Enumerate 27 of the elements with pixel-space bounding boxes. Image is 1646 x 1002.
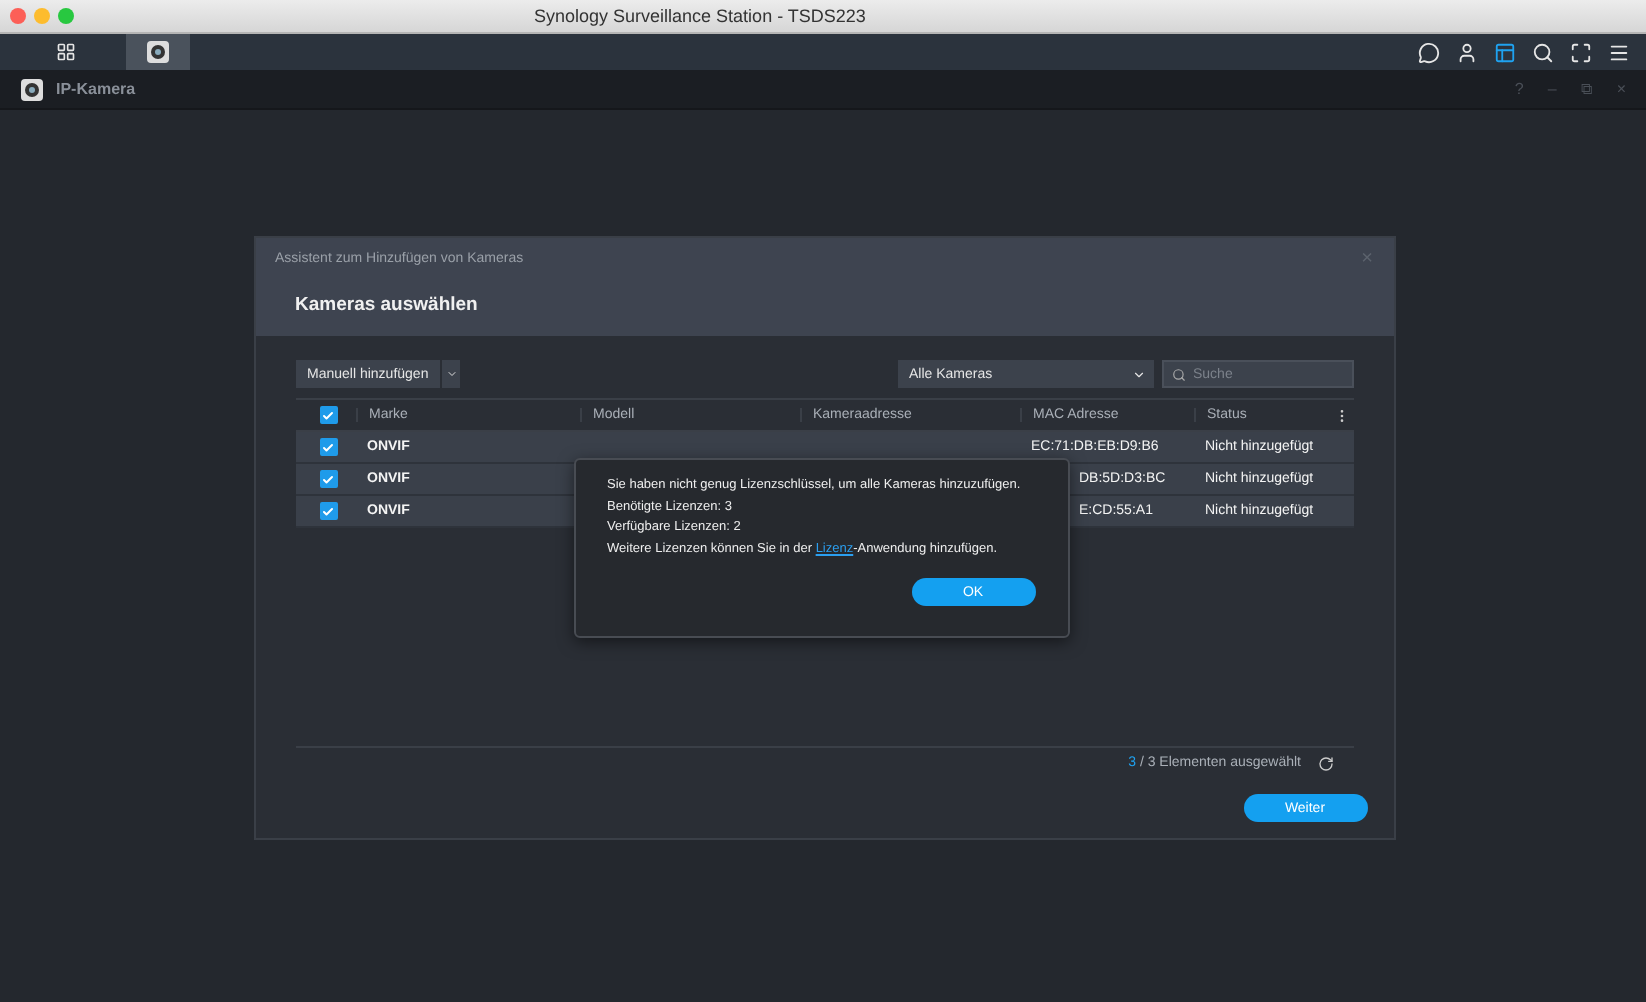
camera-icon — [146, 40, 170, 64]
step-heading: Kameras auswählen — [293, 294, 480, 316]
chat-icon[interactable] — [1418, 41, 1440, 63]
window-control[interactable]: ⧉ — [1580, 79, 1593, 99]
layout-icon[interactable] — [1494, 41, 1516, 63]
window-title: Synology Surveillance Station - TSDS223 — [534, 6, 866, 26]
caret-icon — [445, 368, 458, 380]
window-control[interactable]: ? — [1514, 79, 1524, 99]
app-window-title: IP-Kamera — [56, 80, 136, 98]
search-icon — [1171, 367, 1185, 381]
row-checkbox[interactable] — [319, 502, 337, 520]
fullscreen-icon[interactable] — [1570, 41, 1592, 63]
row-checkbox[interactable] — [319, 438, 337, 456]
row-checkbox[interactable] — [319, 470, 337, 488]
menu-icon[interactable] — [1608, 41, 1630, 63]
window-control[interactable]: × — [1616, 79, 1626, 99]
user-icon[interactable] — [1456, 41, 1478, 63]
refresh-icon[interactable] — [1317, 755, 1333, 771]
camera-tab[interactable] — [126, 34, 190, 70]
select-all-checkbox[interactable] — [319, 406, 337, 424]
caret-icon — [1131, 367, 1145, 381]
search-icon[interactable] — [1532, 41, 1554, 63]
window-control[interactable]: – — [1547, 79, 1557, 99]
camera-icon — [20, 77, 44, 101]
apps-icon — [56, 42, 76, 62]
close-button[interactable]: × — [1361, 247, 1373, 269]
dropdown-button[interactable] — [442, 360, 461, 388]
